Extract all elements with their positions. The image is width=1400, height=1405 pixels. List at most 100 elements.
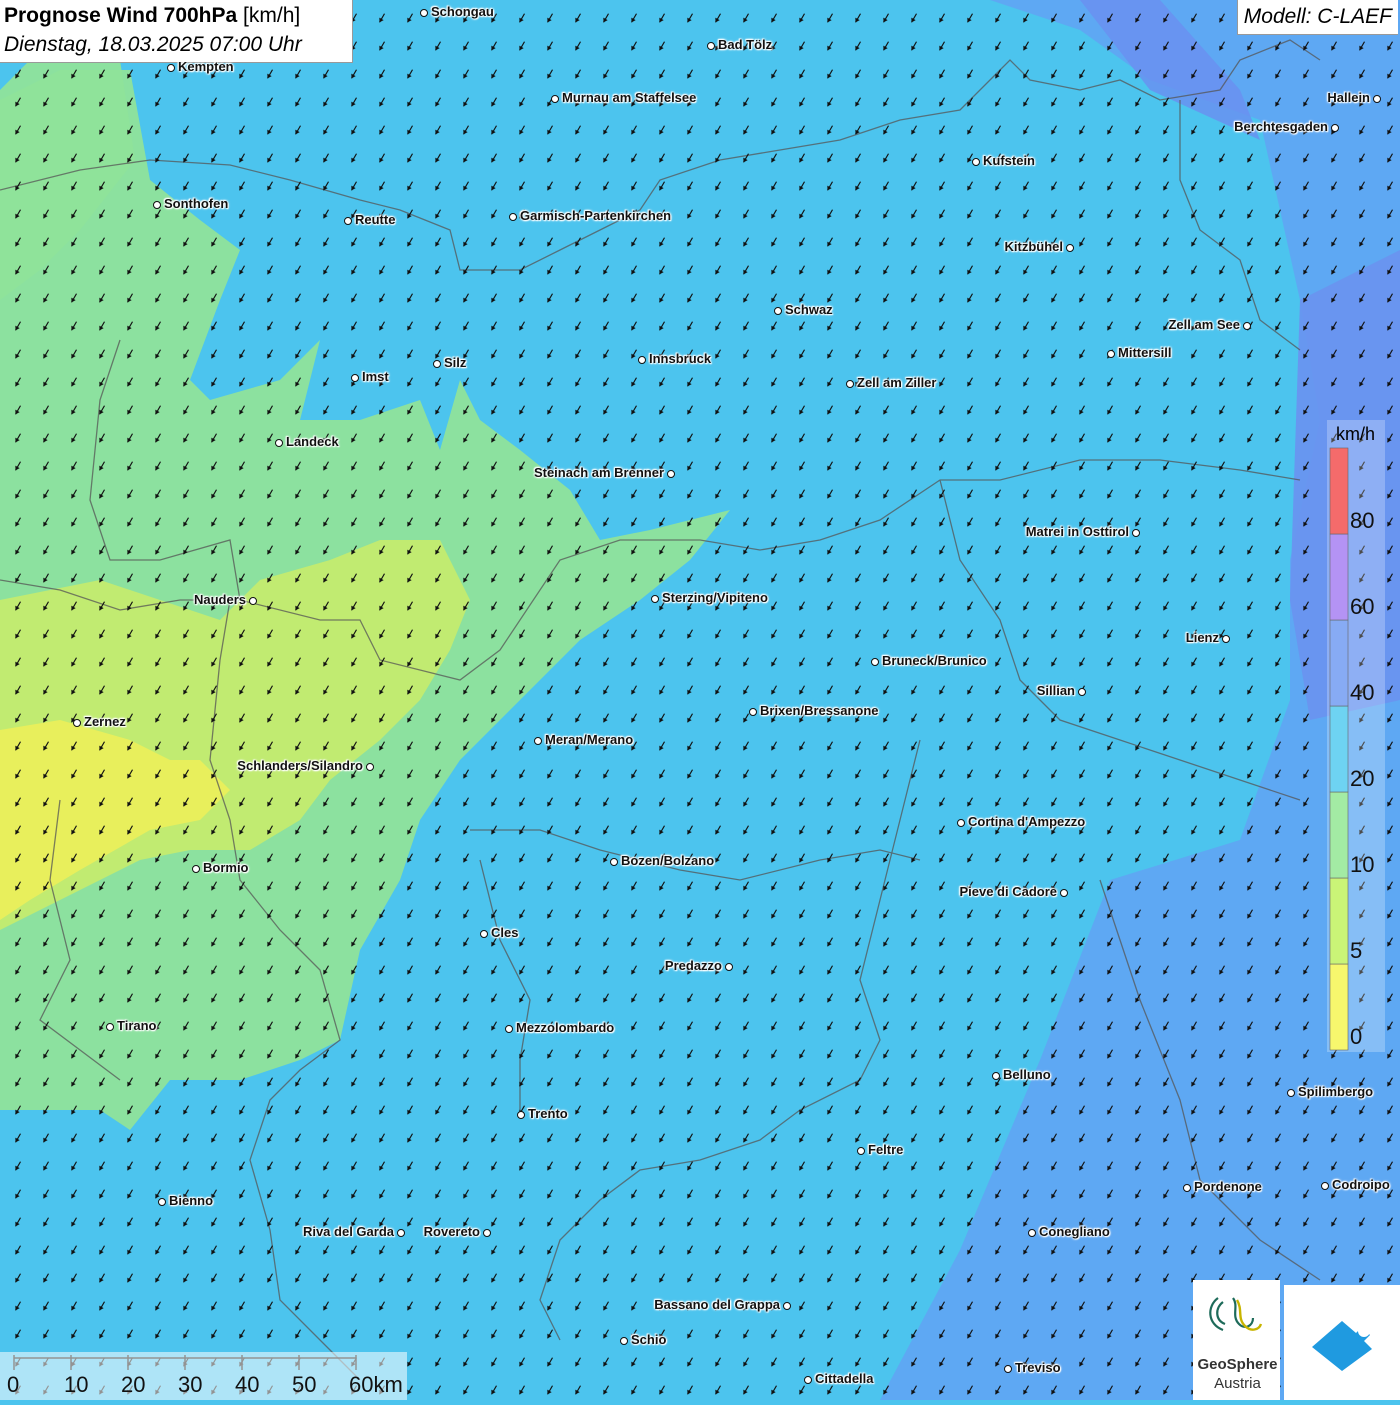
city-label: Mittersill [1118,345,1171,360]
legend-tick-label: 80 [1350,508,1374,534]
scale-label: 50 [292,1372,316,1398]
city-dot-icon [774,307,782,315]
city-dot-icon [1132,529,1140,537]
city-label: Conegliano [1039,1224,1110,1239]
model-label: Modell: C-LAEF [1237,0,1398,35]
scale-label: 60km [349,1372,403,1398]
city-label: Matrei in Osttirol [1026,524,1129,539]
title-box: Prognose Wind 700hPa [km/h] Dienstag, 18… [0,0,353,63]
city-dot-icon [167,64,175,72]
city-label: Landeck [286,434,339,449]
city-label: Trento [528,1106,568,1121]
city-label: Reutte [355,212,395,227]
city-dot-icon [957,819,965,827]
city-dot-icon [620,1337,628,1345]
city-label: Kempten [178,59,234,74]
city-label: Bad Tölz [718,37,772,52]
city-dot-icon [992,1072,1000,1080]
city-label: Bozen/Bolzano [621,853,714,868]
city-dot-icon [106,1023,114,1031]
city-dot-icon [1183,1184,1191,1192]
city-label: Schongau [431,4,494,19]
city-label: Pordenone [1194,1179,1262,1194]
city-dot-icon [505,1025,513,1033]
city-label: Schwaz [785,302,833,317]
city-label: Spilimbergo [1298,1084,1373,1099]
city-dot-icon [871,658,879,666]
city-label: Silz [444,355,466,370]
city-label: Cittadella [815,1371,874,1386]
city-dot-icon [1078,688,1086,696]
city-dot-icon [480,930,488,938]
legend-unit: km/h [1336,424,1375,445]
city-label: Bassano del Grappa [654,1297,780,1312]
city-dot-icon [638,356,646,364]
city-dot-icon [433,360,441,368]
city-label: Garmisch-Partenkirchen [520,208,671,223]
city-label: Berchtesgaden [1234,119,1328,134]
city-dot-icon [1331,124,1339,132]
city-dot-icon [1287,1089,1295,1097]
city-label: Zernez [84,714,126,729]
city-label: Sonthofen [164,196,228,211]
city-dot-icon [707,42,715,50]
city-label: Sillian [1037,683,1075,698]
city-dot-icon [1066,244,1074,252]
city-dot-icon [804,1376,812,1384]
city-dot-icon [509,213,517,221]
city-label: Brixen/Bressanone [760,703,879,718]
city-dot-icon [783,1302,791,1310]
city-label: Steinach am Brenner [534,465,664,480]
city-dot-icon [192,865,200,873]
city-label: Lienz [1186,630,1219,645]
forecast-datetime: Dienstag, 18.03.2025 07:00 Uhr [4,33,302,57]
city-dot-icon [73,719,81,727]
city-label: Meran/Merano [545,732,633,747]
city-label: Riva del Garda [303,1224,394,1239]
city-dot-icon [857,1147,865,1155]
city-label: Sterzing/Vipiteno [662,590,768,605]
city-dot-icon [534,737,542,745]
city-label: Cortina d'Ampezzo [968,814,1085,829]
city-dot-icon [397,1229,405,1237]
city-label: Bruneck/Brunico [882,653,987,668]
city-dot-icon [366,763,374,771]
city-label: Belluno [1003,1067,1051,1082]
city-dot-icon [610,858,618,866]
legend-tick-label: 40 [1350,680,1374,706]
city-dot-icon [249,597,257,605]
city-dot-icon [1004,1365,1012,1373]
scale-label: 40 [235,1372,259,1398]
city-dot-icon [1222,635,1230,643]
city-dot-icon [725,963,733,971]
city-dot-icon [344,217,352,225]
city-label: Kitzbühel [1005,239,1064,254]
city-label: Hallein [1327,90,1370,105]
city-label: Imst [362,369,389,384]
city-label: Nauders [194,592,246,607]
city-label: Pieve di Cadore [959,884,1057,899]
city-dot-icon [158,1198,166,1206]
city-dot-icon [651,595,659,603]
city-dot-icon [846,380,854,388]
city-label: Treviso [1015,1360,1061,1375]
city-label: Bormio [203,860,249,875]
city-label: Rovereto [424,1224,480,1239]
city-dot-icon [1243,322,1251,330]
city-dot-icon [1060,889,1068,897]
city-label: Kufstein [983,153,1035,168]
city-label: Tirano [117,1018,157,1033]
legend-tick-label: 0 [1350,1024,1362,1050]
city-dot-icon [483,1229,491,1237]
weather-app-logo [1284,1285,1400,1400]
city-label: Predazzo [665,958,722,973]
city-dot-icon [667,470,675,478]
scale-label: 30 [178,1372,202,1398]
legend-tick-label: 20 [1350,766,1374,792]
city-label: Feltre [868,1142,903,1157]
city-dot-icon [153,201,161,209]
city-dot-icon [1373,95,1381,103]
city-dot-icon [749,708,757,716]
city-dot-icon [1107,350,1115,358]
legend-tick-label: 60 [1350,594,1374,620]
